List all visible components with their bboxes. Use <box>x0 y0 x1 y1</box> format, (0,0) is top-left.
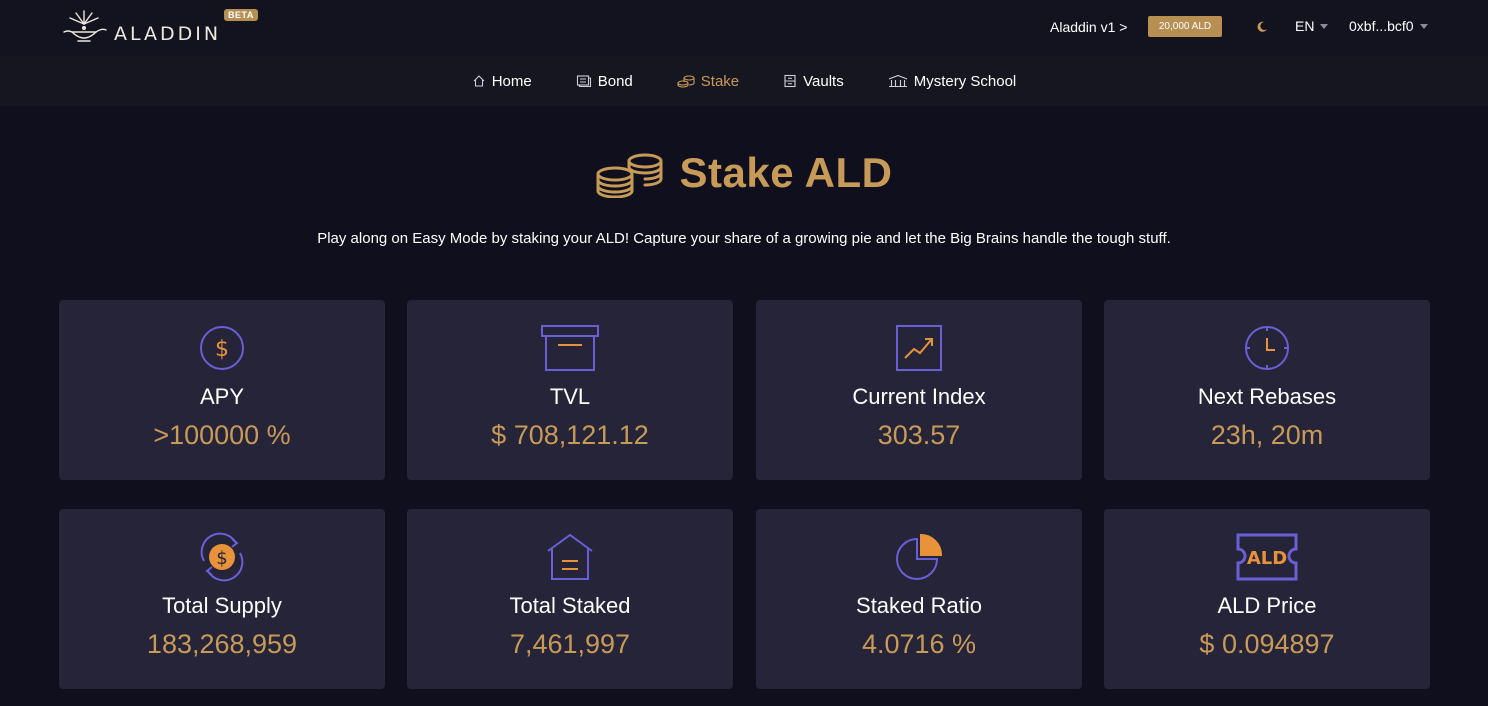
beta-badge: BETA <box>224 9 258 21</box>
page-title: Stake ALD <box>679 149 893 196</box>
pie-chart-icon <box>896 533 943 580</box>
nav-label-stake: Stake <box>700 72 740 90</box>
stat-value: 4.0716 % <box>861 629 977 659</box>
stat-card-tvl: TVL $ 708,121.12 <box>407 300 733 480</box>
main-nav: Home Bond Stake Vaults Mystery School <box>0 56 1488 106</box>
nav-label-vaults: Vaults <box>803 72 844 90</box>
nav-item-vaults[interactable]: Vaults <box>783 73 844 90</box>
svg-text:$: $ <box>216 548 227 569</box>
top-header: ALADDIN BETA Aladdin v1 > 20,000 ALD EN … <box>0 0 1488 56</box>
nav-label-mystery-school: Mystery School <box>913 72 1017 90</box>
school-icon <box>888 74 907 88</box>
stat-label: Total Staked <box>509 593 631 618</box>
lamp-icon <box>63 10 107 42</box>
bond-icon <box>576 75 591 88</box>
stat-label: Staked Ratio <box>856 593 982 618</box>
vault-icon <box>784 74 796 88</box>
nav-item-mystery-school[interactable]: Mystery School <box>888 72 1017 90</box>
svg-text:$: $ <box>215 337 229 362</box>
nav-label-home: Home <box>491 72 532 90</box>
stat-label: Current Index <box>852 384 986 409</box>
supply-coin-icon: $ <box>200 532 244 582</box>
stat-card-current-index: Current Index 303.57 <box>756 300 1082 480</box>
page-subtitle: Play along on Easy Mode by staking your … <box>317 230 1171 247</box>
language-label: EN <box>1295 18 1315 34</box>
logo-text: ALADDIN <box>114 23 222 45</box>
stat-label: TVL <box>549 384 591 409</box>
stat-card-next-rebases: Next Rebases 23h, 20m <box>1104 300 1430 480</box>
theme-toggle-moon-icon[interactable] <box>1254 19 1270 35</box>
stat-card-apy: $ APY >100000 % <box>59 300 385 480</box>
stat-value: >100000 % <box>153 420 291 450</box>
page-heading: Stake ALD <box>0 148 1488 198</box>
archive-box-icon <box>541 325 599 371</box>
chevron-down-icon <box>1320 23 1329 29</box>
stat-card-total-staked: Total Staked 7,461,997 <box>407 509 733 689</box>
wallet-address: 0xbf...bcf0 <box>1349 18 1414 34</box>
stat-value: 7,461,997 <box>509 629 631 659</box>
balance-badge: 20,000 ALD <box>1148 16 1222 37</box>
nav-item-home[interactable]: Home <box>472 73 532 90</box>
language-selector[interactable]: EN <box>1295 18 1329 34</box>
ald-ticket-icon: ALD <box>1236 533 1298 581</box>
coins-stack-icon <box>596 153 663 198</box>
stat-card-ald-price: ALD ALD Price $ 0.094897 <box>1104 509 1430 689</box>
home-icon <box>473 75 485 87</box>
nav-label-bond: Bond <box>597 72 633 90</box>
main-nav-bar: Home Bond Stake Vaults Mystery School <box>0 56 1488 106</box>
svg-text:ALD: ALD <box>1247 548 1287 569</box>
chevron-down-icon <box>1419 23 1428 29</box>
stat-card-total-supply: $ Total Supply 183,268,959 <box>59 509 385 689</box>
aladdin-logo[interactable]: ALADDIN BETA <box>58 6 258 50</box>
clock-icon <box>1245 326 1289 370</box>
stat-label: APY <box>199 384 245 409</box>
trend-chart-icon <box>896 325 942 371</box>
staked-house-icon <box>547 533 593 580</box>
stat-label: Total Supply <box>162 593 282 618</box>
dollar-circle-icon: $ <box>200 326 244 370</box>
stake-icon <box>677 75 695 88</box>
version-link[interactable]: Aladdin v1 > <box>1050 19 1127 35</box>
stat-value: 183,268,959 <box>146 629 298 659</box>
nav-item-bond[interactable]: Bond <box>576 73 633 90</box>
stat-label: ALD Price <box>1217 593 1317 618</box>
stat-value: $ 708,121.12 <box>491 420 649 450</box>
stat-value: 303.57 <box>877 420 961 450</box>
stat-value: 23h, 20m <box>1210 420 1324 450</box>
stat-card-staked-ratio: Staked Ratio 4.0716 % <box>756 509 1082 689</box>
nav-item-stake[interactable]: Stake <box>677 73 739 90</box>
stat-label: Next Rebases <box>1197 384 1337 409</box>
stat-value: $ 0.094897 <box>1199 629 1335 659</box>
wallet-button[interactable]: 0xbf...bcf0 <box>1349 18 1428 34</box>
